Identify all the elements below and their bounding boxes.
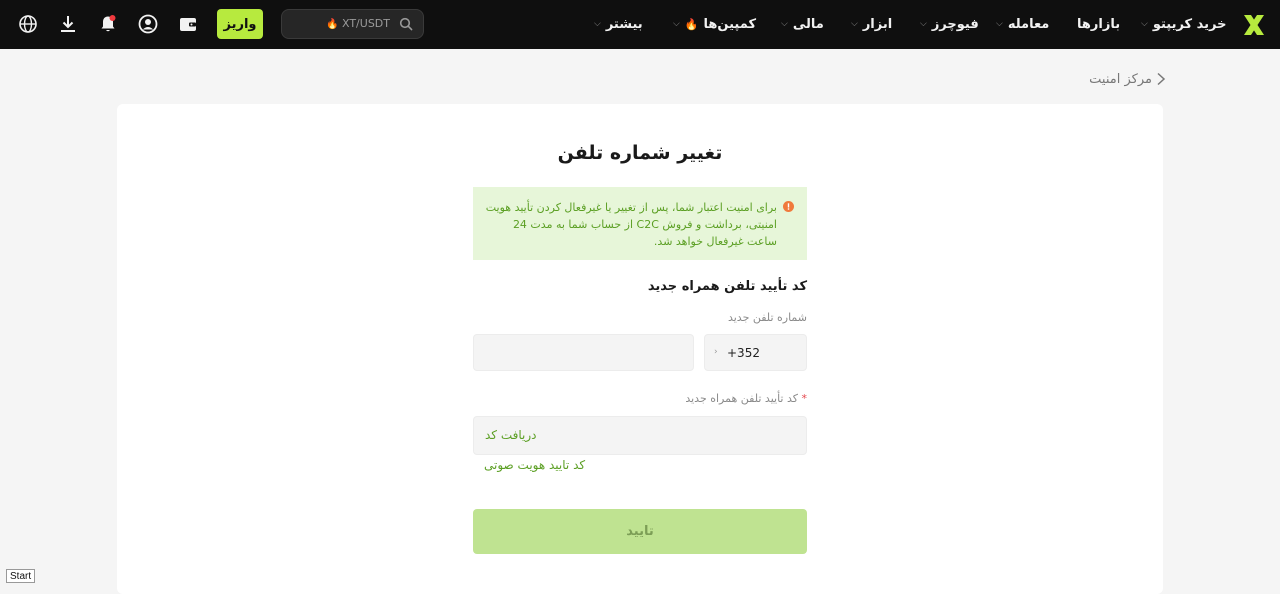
wallet-icon[interactable] <box>178 14 198 34</box>
nav-item-buy-crypto[interactable]: ⌵ خرید کریپتو <box>1141 0 1227 49</box>
chevron-right-icon: › <box>714 347 718 357</box>
country-code-select[interactable]: › +352 <box>704 334 807 371</box>
chevron-down-icon: ⌵ <box>920 19 927 29</box>
globe-icon[interactable] <box>18 14 38 34</box>
deposit-button[interactable]: واریز <box>217 9 263 39</box>
notice-text: برای امنیت اعتبار شما، پس از تغییر یا غی… <box>485 201 777 248</box>
fire-icon: 🔥 <box>326 19 339 30</box>
country-code-value: +352 <box>727 346 760 360</box>
chevron-down-icon: ⌵ <box>996 19 1003 29</box>
required-mark: * <box>801 392 808 405</box>
breadcrumb-back[interactable]: مرکز امنیت <box>1080 70 1166 88</box>
section-title: کد تأیید تلفن همراه جدید <box>647 279 807 294</box>
fire-icon: 🔥 <box>684 18 699 31</box>
search-icon <box>399 17 413 31</box>
breadcrumb-label: مرکز امنیت <box>1089 71 1152 87</box>
nav-item-futures[interactable]: ⌵ فیوچرز <box>920 0 979 49</box>
verification-code-field: دریافت کد <box>473 416 814 455</box>
chevron-down-icon: ⌵ <box>673 19 680 29</box>
nav-item-finance[interactable]: ⌵ مالی <box>781 0 824 49</box>
page-title: تغییر شماره تلفن <box>557 142 723 164</box>
confirm-button[interactable]: تایید <box>473 509 807 554</box>
chevron-down-icon: ⌵ <box>851 19 858 29</box>
chevron-down-icon: ⌵ <box>594 19 601 29</box>
code-label: * کد تأیید تلفن همراه جدید <box>685 392 808 405</box>
chevron-down-icon: ⌵ <box>781 19 788 29</box>
user-icon[interactable] <box>138 14 158 34</box>
nav-item-trade[interactable]: ⌵ معامله <box>996 0 1049 49</box>
verification-code-input[interactable] <box>534 417 814 454</box>
bell-icon[interactable] <box>98 14 118 34</box>
search-placeholder: 🔥 XT/USDT <box>326 17 390 30</box>
voice-code-link[interactable]: کد تایید هویت صوتی <box>484 458 585 472</box>
nav-item-more[interactable]: ⌵ بیشتر <box>594 0 643 49</box>
top-nav-bar: ⌵ خرید کریپتو بازارها ⌵ معامله ⌵ فیوچرز … <box>0 0 1280 49</box>
nav-item-campaigns[interactable]: ⌵ 🔥 کمپین‌ها <box>673 0 756 49</box>
info-icon <box>783 201 794 212</box>
phone-label: شماره تلفن جدید <box>727 311 807 324</box>
chevron-down-icon: ⌵ <box>1141 19 1148 29</box>
nav-item-tools[interactable]: ⌵ ابزار <box>851 0 892 49</box>
search-box[interactable]: 🔥 XT/USDT <box>281 9 424 39</box>
nav-item-markets[interactable]: بازارها <box>1077 0 1120 49</box>
chevron-right-icon <box>1157 72 1166 86</box>
get-code-button[interactable]: دریافت کد <box>485 428 536 442</box>
security-notice: برای امنیت اعتبار شما، پس از تغییر یا غی… <box>473 187 807 260</box>
xt-logo-icon[interactable] <box>1241 12 1267 38</box>
download-icon[interactable] <box>58 14 78 34</box>
phone-number-input[interactable] <box>473 334 694 371</box>
